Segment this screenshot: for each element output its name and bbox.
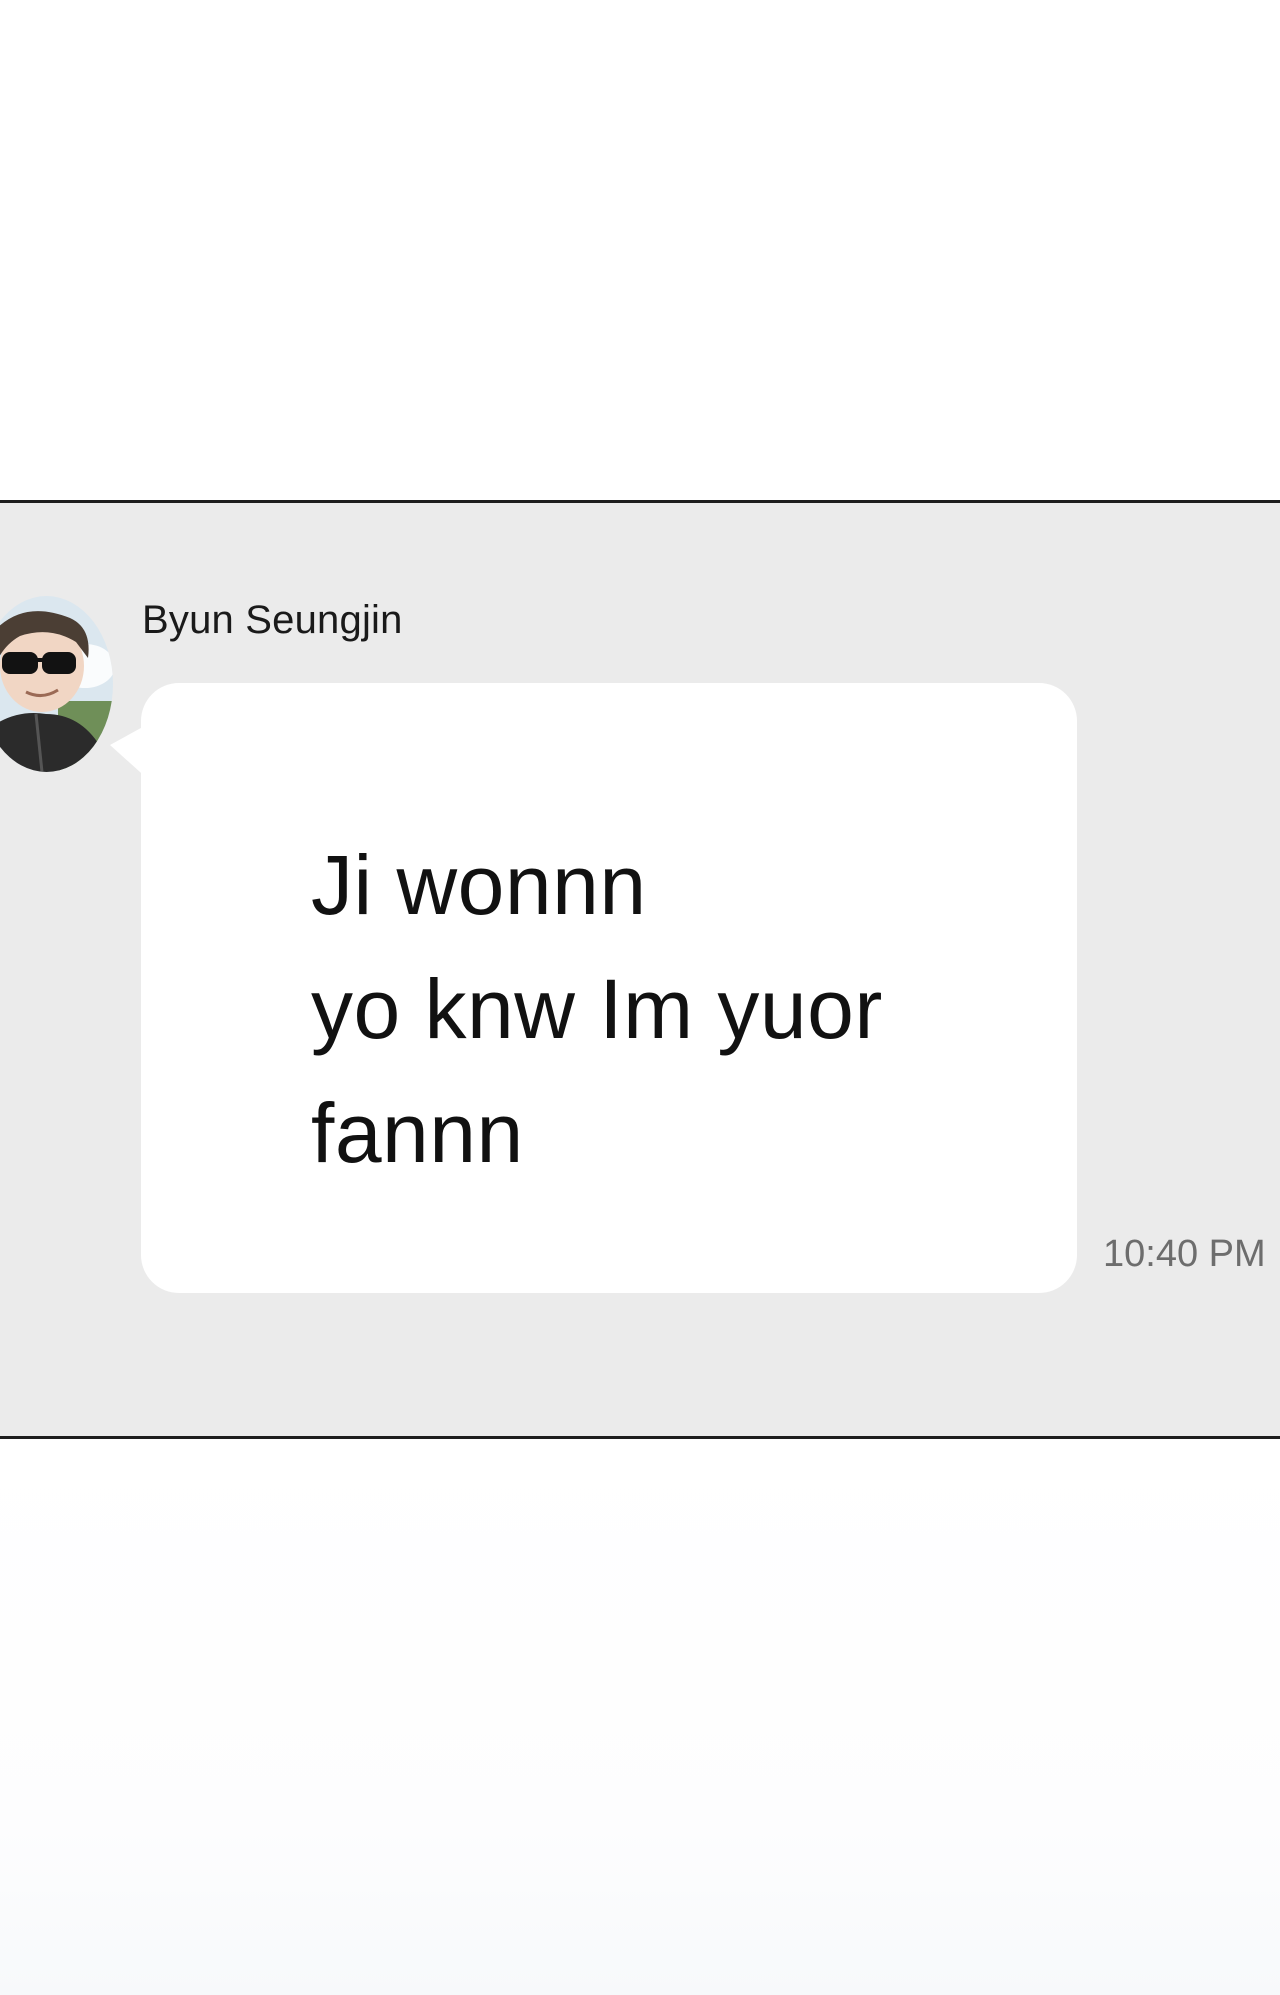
chat-panel: Byun Seungjin Ji wonnn yo knw Im yuor fa… (0, 500, 1280, 1439)
bottom-blank-area (0, 1439, 1280, 1995)
profile-avatar-icon[interactable] (0, 596, 113, 772)
message-timestamp: 10:40 PM (1103, 1233, 1266, 1275)
sender-name: Byun Seungjin (142, 598, 403, 642)
message-bubble[interactable]: Ji wonnn yo knw Im yuor fannn (141, 683, 1077, 1293)
message-text: Ji wonnn yo knw Im yuor fannn (311, 838, 883, 1180)
top-blank-area (0, 0, 1280, 500)
